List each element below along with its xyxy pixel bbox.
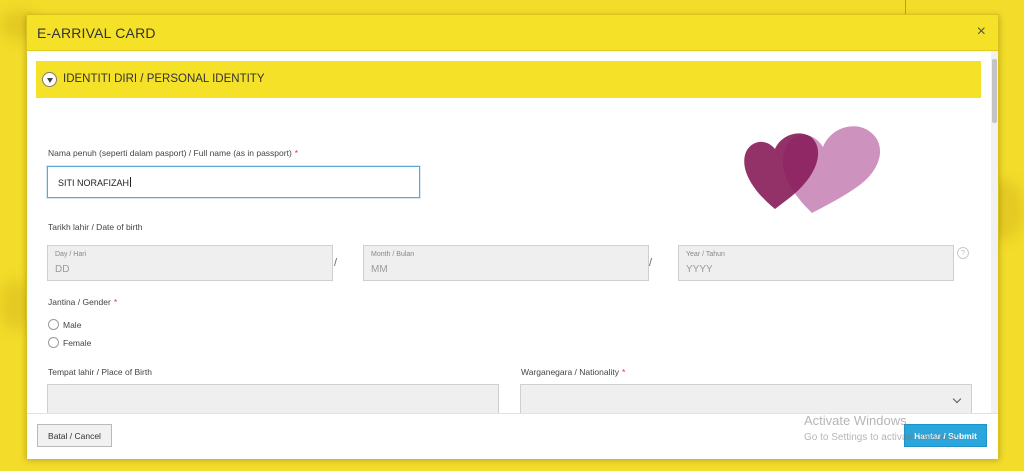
nationality-label: Warganegara / Nationality * [521, 367, 626, 377]
place-of-birth-input[interactable] [47, 384, 499, 413]
chevron-down-icon[interactable] [42, 72, 57, 87]
chevron-down-icon [952, 394, 962, 404]
nationality-select[interactable] [520, 384, 972, 413]
date-separator: / [334, 257, 338, 269]
section-title: IDENTITI DIRI / PERSONAL IDENTITY [63, 73, 265, 85]
full-name-label: Nama penuh (seperti dalam pasport) / Ful… [48, 148, 299, 158]
background-line [905, 0, 906, 14]
section-header-personal-identity[interactable]: IDENTITI DIRI / PERSONAL IDENTITY [36, 61, 981, 98]
help-icon[interactable]: ? [957, 247, 969, 259]
place-of-birth-label: Tempat lahir / Place of Birth [48, 367, 152, 377]
modal-header: E-ARRIVAL CARD × [27, 15, 998, 51]
dob-year-input[interactable]: Year / Tahun YYYY [678, 245, 954, 281]
scrollbar-thumb[interactable] [992, 59, 997, 123]
e-arrival-card-modal: E-ARRIVAL CARD × IDENTITI DIRI / PERSONA… [26, 14, 999, 459]
hearts-decoration [744, 126, 881, 213]
activate-windows-subtitle: Go to Settings to activate Windows. [804, 432, 962, 443]
cancel-button[interactable]: Batal / Cancel [37, 424, 112, 447]
modal-title: E-ARRIVAL CARD [37, 25, 156, 41]
modal-body: IDENTITI DIRI / PERSONAL IDENTITY Nama p… [27, 51, 998, 413]
date-separator: / [649, 257, 653, 269]
activate-windows-title: Activate Windows [804, 413, 907, 428]
dob-month-input[interactable]: Month / Bulan MM [363, 245, 649, 281]
full-name-input[interactable]: SITI NORAFIZAH [47, 166, 420, 198]
dob-label: Tarikh lahir / Date of birth [48, 222, 143, 232]
scrollbar[interactable] [991, 51, 998, 413]
gender-label: Jantina / Gender * [48, 297, 118, 307]
close-icon[interactable]: × [977, 24, 986, 40]
gender-female-label[interactable]: Female [63, 338, 91, 348]
text-caret [130, 177, 132, 187]
gender-male-radio[interactable] [48, 319, 59, 330]
gender-male-label[interactable]: Male [63, 320, 81, 330]
dob-day-input[interactable]: Day / Hari DD [47, 245, 333, 281]
gender-female-radio[interactable] [48, 337, 59, 348]
